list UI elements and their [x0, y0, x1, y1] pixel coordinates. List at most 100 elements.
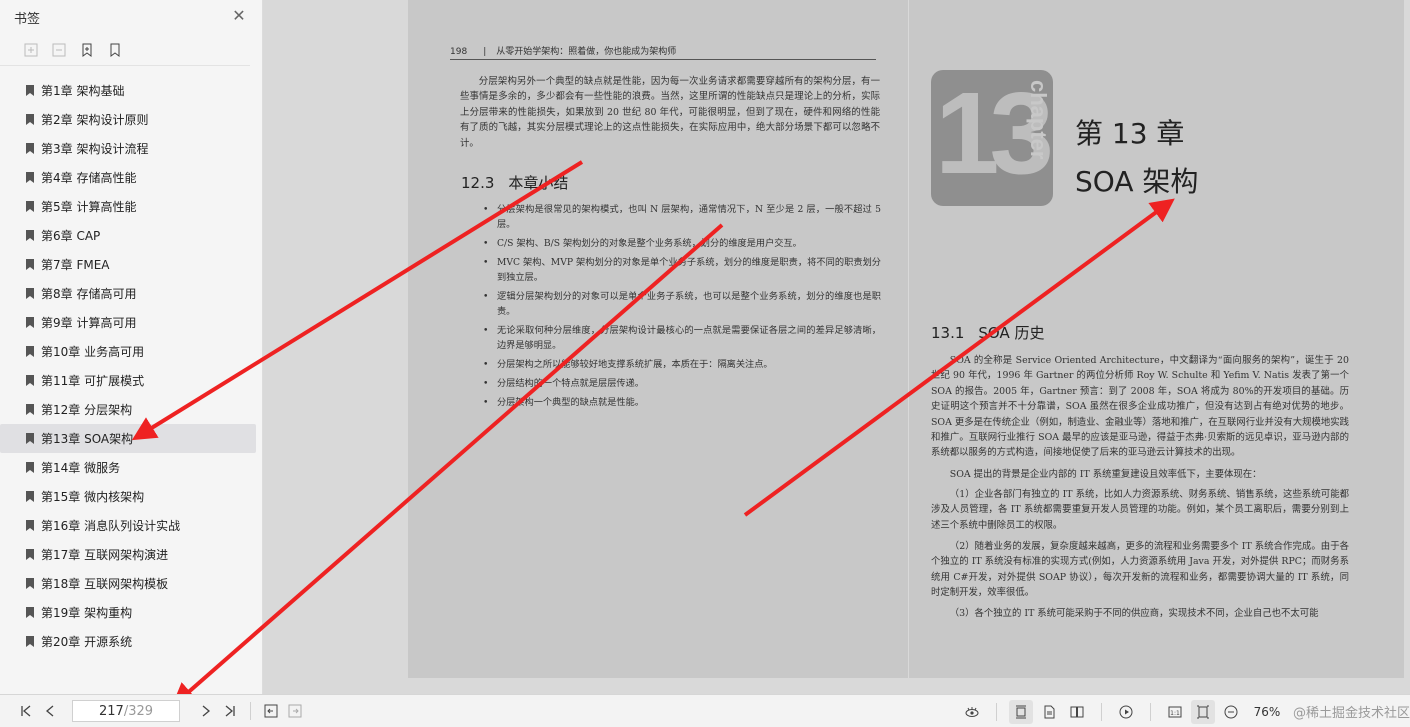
bookmark-label: 第6章 CAP	[41, 229, 101, 243]
expand-all-icon[interactable]	[22, 41, 40, 59]
right-page: 13 chapter 第 13 章 SOA 架构 13.1 SOA 历史 SOA …	[909, 0, 1404, 678]
bookmark-icon	[26, 433, 34, 444]
bookmark-icon	[26, 404, 34, 415]
toolbar-divider	[1149, 702, 1151, 721]
bookmark-item[interactable]: 第15章 微内核架构	[0, 482, 256, 511]
last-page-icon[interactable]	[218, 699, 242, 723]
bookmark-icon	[26, 85, 34, 96]
bookmark-label: 第16章 消息队列设计实战	[41, 519, 181, 533]
toolbar-divider	[995, 702, 997, 721]
bookmark-label: 第5章 计算高性能	[41, 200, 137, 214]
bookmark-label: 第4章 存储高性能	[41, 171, 137, 185]
bookmark-label: 第8章 存储高可用	[41, 287, 137, 301]
collapse-all-icon[interactable]	[50, 41, 68, 59]
toolbar-divider	[1100, 702, 1102, 721]
bookmark-icon	[26, 491, 34, 502]
list-item: 分层架构一个典型的缺点就是性能。	[483, 395, 881, 410]
running-header: 198 | 从零开始学架构：照着做，你也能成为架构师	[450, 44, 876, 60]
section-heading: 12.3 本章小结	[461, 172, 568, 193]
document-viewer[interactable]: 198 | 从零开始学架构：照着做，你也能成为架构师 分层架构另外一个典型的缺点就是…	[264, 0, 1410, 694]
bookmark-icon	[26, 549, 34, 560]
page-number: 198	[450, 47, 468, 57]
bookmark-label: 第17章 互联网架构演进	[41, 548, 169, 562]
bookmark-icon	[26, 114, 34, 125]
single-page-icon[interactable]	[1037, 700, 1061, 724]
page-number-input[interactable]: 217/329	[72, 700, 180, 722]
chapter-badge: 13 chapter	[931, 70, 1053, 206]
bookmark-icon	[26, 172, 34, 183]
current-page: 217	[98, 703, 124, 719]
next-page-icon[interactable]	[194, 699, 218, 723]
zoom-level[interactable]: 76%	[1247, 705, 1287, 719]
bookmark-item[interactable]: 第12章 分层架构	[0, 395, 256, 424]
bookmark-label: 第2章 架构设计原则	[41, 113, 149, 127]
bookmark-item[interactable]: 第16章 消息队列设计实战	[0, 511, 256, 540]
first-page-icon[interactable]	[14, 699, 38, 723]
bookmark-icon[interactable]	[106, 41, 124, 59]
bookmark-label: 第3章 架构设计流程	[41, 142, 149, 156]
bookmark-icon	[26, 317, 34, 328]
bookmark-label: 第7章 FMEA	[41, 258, 110, 272]
bookmark-item[interactable]: 第3章 架构设计流程	[0, 134, 256, 163]
prev-page-icon[interactable]	[38, 699, 62, 723]
bookmark-item[interactable]: 第19章 架构重构	[0, 598, 256, 627]
bookmark-label: 第14章 微服务	[41, 461, 121, 475]
bookmark-item[interactable]: 第1章 架构基础	[0, 76, 256, 105]
close-icon[interactable]: ✕	[232, 8, 246, 24]
bookmark-label: 第9章 计算高可用	[41, 316, 137, 330]
body-paragraph: SOA 提出的背景是企业内部的 IT 系统重复建设且效率低下，主要体现在：	[949, 469, 1262, 480]
intro-paragraph: 分层架构另外一个典型的缺点就是性能，因为每一次业务请求都需要穿越所有的架构分层，…	[460, 76, 880, 149]
forward-icon[interactable]	[283, 699, 307, 723]
bookmark-icon	[26, 607, 34, 618]
section-title: SOA 历史	[978, 324, 1045, 342]
bookmark-item[interactable]: 第17章 互联网架构演进	[0, 540, 256, 569]
svg-text:1:1: 1:1	[1170, 710, 1180, 717]
add-bookmark-icon[interactable]	[78, 41, 96, 59]
bookmark-item[interactable]: 第5章 计算高性能	[0, 192, 256, 221]
bookmark-toolbar	[0, 34, 250, 66]
zoom-out-icon[interactable]	[1219, 700, 1243, 724]
bookmark-item[interactable]: 第8章 存储高可用	[0, 279, 256, 308]
bookmark-list: 第1章 架构基础 第2章 架构设计原则 第3章 架构设计流程 第4章 存储高性能…	[0, 66, 262, 656]
bookmark-label: 第11章 可扩展模式	[41, 374, 145, 388]
toolbar-right: 1:1 76% @稀土掘金技术社区	[960, 695, 1410, 727]
section-heading: 13.1 SOA 历史	[931, 322, 1045, 343]
running-title: 从零开始学架构：照着做，你也能成为架构师	[496, 47, 677, 57]
bookmark-label: 第1章 架构基础	[41, 84, 125, 98]
bookmark-icon	[26, 636, 34, 647]
bookmark-item[interactable]: 第9章 计算高可用	[0, 308, 256, 337]
bookmark-icon	[26, 230, 34, 241]
bookmark-item[interactable]: 第14章 微服务	[0, 453, 256, 482]
back-icon[interactable]	[259, 699, 283, 723]
bookmark-item[interactable]: 第2章 架构设计原则	[0, 105, 256, 134]
bookmark-item[interactable]: 第18章 互联网架构模板	[0, 569, 256, 598]
bookmark-item[interactable]: 第6章 CAP	[0, 221, 256, 250]
bookmark-label: 第12章 分层架构	[41, 403, 133, 417]
section-number: 13.1	[931, 324, 965, 342]
chapter-number: 第 13 章	[1075, 117, 1185, 150]
bookmark-item[interactable]: 第10章 业务高可用	[0, 337, 256, 366]
two-page-icon[interactable]	[1065, 700, 1089, 724]
body-paragraph: （1）企业各部门有独立的 IT 系统，比如人力资源系统、财务系统、销售系统，这些…	[931, 489, 1349, 531]
eye-care-icon[interactable]	[960, 700, 984, 724]
bookmark-item[interactable]: 第4章 存储高性能	[0, 163, 256, 192]
fit-page-icon[interactable]	[1190, 699, 1215, 724]
body-paragraph: （3）各个独立的 IT 系统可能采购于不同的供应商，实现技术不同，企业自己也不太…	[949, 608, 1319, 619]
bookmark-icon	[26, 578, 34, 589]
bookmark-item[interactable]: 第20章 开源系统	[0, 627, 256, 656]
bookmark-item[interactable]: 第7章 FMEA	[0, 250, 256, 279]
bookmark-icon	[26, 201, 34, 212]
bookmark-item-active[interactable]: 第13章 SOA架构	[0, 424, 256, 453]
list-item: 分层架构之所以能够较好地支撑系统扩展，本质在于：隔离关注点。	[483, 357, 881, 372]
list-item: 逻辑分层架构划分的对象可以是单个业务子系统，也可以是整个业务系统，划分的维度也是…	[483, 289, 881, 319]
actual-size-icon[interactable]: 1:1	[1163, 700, 1187, 724]
bookmark-item[interactable]: 第11章 可扩展模式	[0, 366, 256, 395]
bookmark-label: 第10章 业务高可用	[41, 345, 145, 359]
bookmark-label: 第20章 开源系统	[41, 635, 133, 649]
body-paragraph: SOA 的全称是 Service Oriented Architecture，中…	[931, 355, 1349, 459]
body-paragraph: （2）随着业务的发展，复杂度越来越高，更多的流程和业务需要多个 IT 系统合作完…	[931, 541, 1349, 599]
play-icon[interactable]	[1114, 700, 1138, 724]
bottom-toolbar: 217/329 1:1 76% @稀土掘金技术社区	[0, 694, 1410, 727]
summary-list: 分层架构是很常见的架构模式，也叫 N 层架构，通常情况下，N 至少是 2 层，一…	[483, 202, 881, 414]
continuous-view-icon[interactable]	[1008, 699, 1033, 724]
